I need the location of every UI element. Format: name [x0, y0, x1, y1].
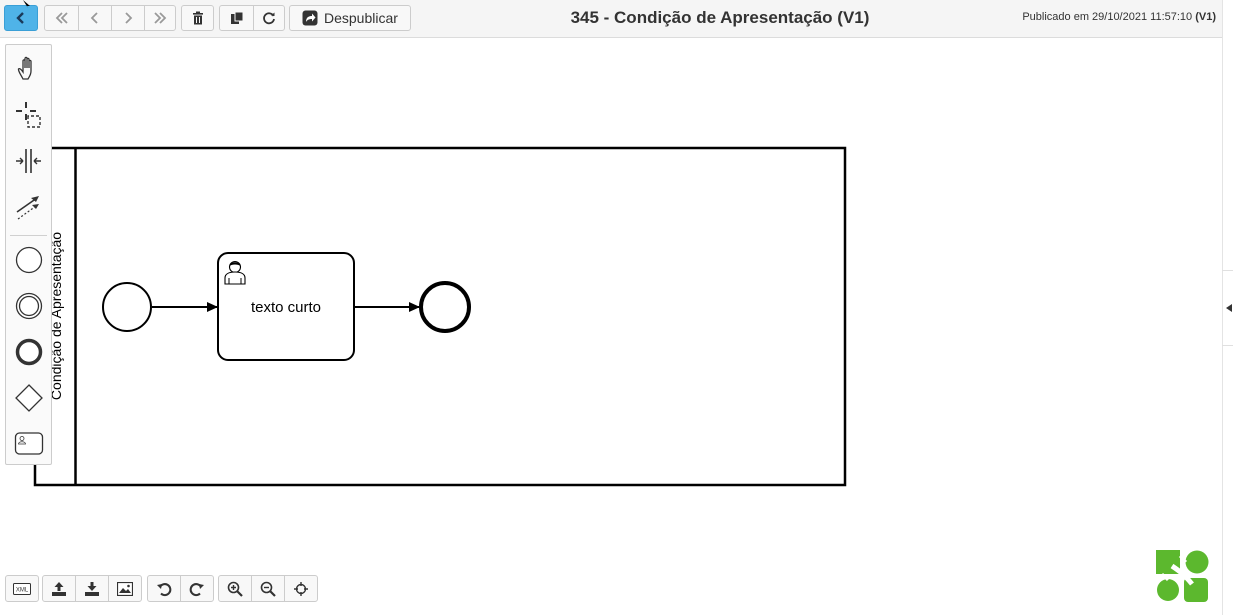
create-start-event[interactable]	[6, 238, 51, 282]
copy-button[interactable]	[220, 6, 253, 30]
undo-button[interactable]	[148, 576, 180, 601]
download-button[interactable]	[75, 576, 108, 601]
zoom-group	[218, 575, 318, 602]
navigation-group	[44, 5, 176, 31]
zoom-in-button[interactable]	[219, 576, 251, 601]
properties-panel-toggle[interactable]	[1222, 270, 1233, 346]
history-group	[147, 575, 214, 602]
chevron-left-icon	[90, 12, 98, 24]
create-user-task[interactable]	[6, 422, 51, 466]
edit-group	[219, 5, 285, 31]
hand-tool[interactable]	[6, 47, 51, 91]
chevron-left-icon	[16, 12, 24, 24]
redo-icon	[189, 582, 204, 596]
first-version-button[interactable]	[45, 6, 78, 30]
lasso-tool[interactable]	[6, 93, 51, 137]
zoom-in-icon	[227, 581, 243, 597]
last-version-button[interactable]	[144, 6, 175, 30]
redo-button[interactable]	[180, 576, 213, 601]
hand-tool-icon	[17, 56, 32, 80]
palette-separator	[10, 235, 47, 236]
unpublish-label: Despublicar	[324, 10, 398, 26]
xml-icon: XML	[13, 582, 31, 595]
brand-logo	[1156, 550, 1209, 602]
zoom-out-icon	[260, 581, 276, 597]
create-end-event[interactable]	[6, 330, 51, 374]
zoom-out-button[interactable]	[251, 576, 284, 601]
trash-icon	[192, 11, 203, 25]
lasso-tool-icon	[15, 102, 41, 128]
export-image-button[interactable]	[108, 576, 141, 601]
upload-icon	[52, 581, 66, 596]
space-tool[interactable]	[6, 139, 51, 183]
tool-palette	[5, 44, 52, 465]
upload-button[interactable]	[43, 576, 75, 601]
gateway-icon	[14, 384, 43, 412]
undo-icon	[157, 582, 172, 596]
end-event[interactable]	[419, 281, 471, 333]
download-icon	[85, 581, 99, 596]
center-icon	[294, 581, 308, 596]
chevron-right-icon	[125, 12, 133, 24]
double-chevron-left-icon	[55, 12, 68, 24]
image-icon	[117, 581, 133, 596]
refresh-icon	[263, 12, 275, 25]
caret-left-icon	[1226, 304, 1232, 312]
global-connect-tool[interactable]	[6, 185, 51, 229]
published-version: (V1)	[1195, 11, 1216, 23]
next-version-button[interactable]	[111, 6, 144, 30]
published-status: Publicado em 29/10/2021 11:57:10 (V1)	[1022, 11, 1216, 23]
delete-button[interactable]	[182, 6, 213, 30]
start-event[interactable]	[102, 282, 152, 332]
center-button[interactable]	[284, 576, 317, 601]
mouse-cursor-icon	[23, 0, 30, 8]
import-export-group	[42, 575, 142, 602]
user-task-icon	[14, 432, 43, 455]
xml-button[interactable]: XML	[6, 576, 38, 601]
double-chevron-right-icon	[154, 12, 167, 24]
file-group: XML	[5, 575, 39, 602]
xml-label: XML	[16, 587, 29, 593]
page-title: 345 - Condição de Apresentação (V1)	[570, 8, 870, 27]
delete-group	[181, 5, 214, 31]
connect-tool-icon	[16, 196, 39, 220]
task-label[interactable]: texto curto	[251, 299, 321, 316]
start-event-icon	[15, 246, 42, 274]
bpmn-canvas[interactable]: Condição de Apresentação texto curto	[0, 39, 1222, 615]
refresh-button[interactable]	[253, 6, 284, 30]
previous-version-button[interactable]	[78, 6, 111, 30]
top-toolbar: Despublicar 345 - Condição de Apresentaç…	[0, 0, 1222, 38]
published-date: Publicado em 29/10/2021 11:57:10	[1022, 11, 1193, 23]
copy-icon	[230, 11, 243, 24]
end-event-icon	[15, 338, 42, 366]
intermediate-event-icon	[15, 292, 42, 320]
space-tool-icon	[15, 149, 41, 173]
create-intermediate-event[interactable]	[6, 284, 51, 328]
create-gateway[interactable]	[6, 376, 51, 420]
unpublish-button[interactable]: Despublicar	[289, 5, 411, 31]
share-icon	[302, 10, 318, 26]
back-button[interactable]	[4, 5, 38, 31]
